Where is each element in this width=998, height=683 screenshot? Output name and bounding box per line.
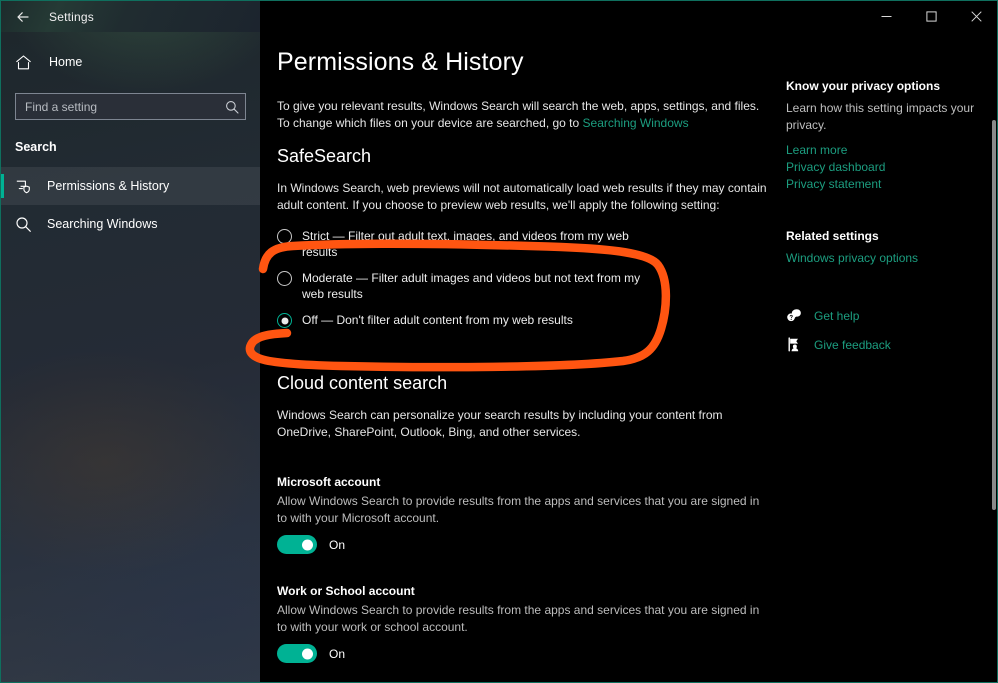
app-title: Settings [49,9,94,24]
safesearch-radio-group: Strict — Filter out adult text, images, … [277,228,767,328]
microsoft-account-toggle-state: On [329,537,346,552]
search-icon [218,100,245,114]
toggle-knob [302,648,313,659]
sidebar-item-label: Searching Windows [47,217,158,231]
side-panel: Know your privacy options Learn how this… [786,79,986,365]
sidebar-search-box[interactable] [15,93,246,120]
microsoft-account-toggle-row: On [277,535,767,554]
feedback-person-icon [786,336,814,353]
work-account-toggle-state: On [329,646,346,661]
close-button[interactable] [954,2,997,32]
cloud-content-description: Windows Search can personalize your sear… [277,408,723,439]
sidebar-item-label: Permissions & History [47,179,170,193]
close-icon [971,11,982,22]
window-controls [260,1,997,32]
scrollbar-thumb[interactable] [992,120,996,510]
give-feedback-label: Give feedback [814,337,891,352]
microsoft-account-description: Allow Windows Search to provide results … [277,494,760,525]
work-account-block: Work or School account Allow Windows Sea… [277,584,767,663]
content-scrollbar[interactable] [991,68,997,682]
cloud-content-heading: Cloud content search [277,373,448,393]
work-account-title: Work or School account [277,584,415,598]
help-bubble-icon [786,307,814,324]
content-area: Permissions & History To give you releva… [260,32,997,682]
search-input[interactable] [16,94,218,119]
radio-label: Off — Don't filter adult content from my… [302,313,573,327]
permissions-history-icon [15,178,39,195]
learn-more-link[interactable]: Learn more [786,142,986,159]
microsoft-account-title: Microsoft account [277,475,381,489]
sidebar-item-searching-windows[interactable]: Searching Windows [1,205,260,243]
work-account-description: Allow Windows Search to provide results … [277,603,760,634]
intro-paragraph: To give you relevant results, Windows Se… [277,98,767,132]
sidebar-nav-list: Permissions & History Searching Windows [1,167,260,243]
privacy-description: Learn how this setting impacts your priv… [786,101,975,132]
page-title: Permissions & History [277,48,524,76]
settings-window: Settings Home Find a setting Search Perm… [0,0,998,683]
toggle-knob [302,539,313,550]
sidebar-item-permissions-history[interactable]: Permissions & History [1,167,260,205]
privacy-statement-link[interactable]: Privacy statement [786,176,986,193]
safesearch-description: In Windows Search, web previews will not… [277,181,767,212]
title-bar-left: Settings [1,1,260,32]
radio-indicator [277,271,292,286]
maximize-icon [926,11,937,22]
radio-option-moderate[interactable]: Moderate — Filter adult images and video… [277,270,767,302]
radio-label: Strict — Filter out adult text, images, … [302,229,629,259]
get-help-row[interactable]: Get help [786,307,986,324]
home-icon [15,54,41,71]
sidebar-item-home[interactable]: Home [1,44,260,80]
privacy-dashboard-link[interactable]: Privacy dashboard [786,159,986,176]
magnifier-icon [15,216,39,233]
searching-windows-link[interactable]: Searching Windows [583,116,689,130]
microsoft-account-block: Microsoft account Allow Windows Search t… [277,475,767,554]
main-column: To give you relevant results, Windows Se… [277,98,767,682]
microsoft-account-toggle[interactable] [277,535,317,554]
radio-option-off[interactable]: Off — Don't filter adult content from my… [277,312,767,328]
back-arrow-icon [17,11,29,22]
minimize-button[interactable] [864,2,909,32]
radio-indicator [277,313,292,328]
work-account-toggle[interactable] [277,644,317,663]
sidebar-group-title: Search [15,140,57,154]
get-help-label: Get help [814,308,860,323]
minimize-icon [881,16,892,17]
privacy-heading: Know your privacy options [786,79,941,93]
radio-indicator [277,229,292,244]
title-bar: Settings [1,1,997,32]
give-feedback-row[interactable]: Give feedback [786,336,986,353]
work-account-toggle-row: On [277,644,767,663]
radio-label: Moderate — Filter adult images and video… [302,271,641,301]
back-button[interactable] [1,1,45,32]
maximize-button[interactable] [909,2,954,32]
sidebar-home-label: Home [49,55,83,69]
safesearch-heading: SafeSearch [277,146,372,166]
sidebar: Home Search Permi [1,32,260,682]
related-settings-heading: Related settings [786,229,879,243]
windows-privacy-options-link[interactable]: Windows privacy options [786,250,986,267]
radio-option-strict[interactable]: Strict — Filter out adult text, images, … [277,228,767,260]
